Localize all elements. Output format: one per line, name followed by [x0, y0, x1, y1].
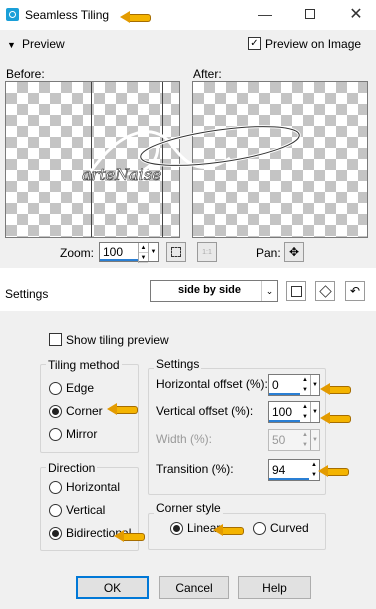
width-label: Width (%): — [156, 432, 213, 446]
zoom-value[interactable]: 100 — [100, 243, 138, 261]
window-title: Seamless Tiling — [25, 8, 110, 22]
preview-on-image-label: Preview on Image — [265, 37, 362, 51]
chevron-down-icon[interactable]: ⌄ — [261, 281, 277, 301]
zoom-label: Zoom: — [60, 246, 95, 260]
preview-header: Preview — [22, 37, 65, 51]
save-preset-icon[interactable] — [286, 281, 306, 301]
vertical-offset-field[interactable]: 100 ▲ ▼ ▼ — [268, 401, 320, 423]
separator — [0, 268, 376, 279]
radio-linear[interactable] — [170, 522, 183, 535]
zoom-actual-size-icon: 1:1 — [197, 242, 217, 262]
chevron-down-icon[interactable]: ▼ — [7, 40, 16, 50]
chevron-down-icon[interactable]: ▼ — [310, 375, 319, 395]
radio-vertical-label: Vertical — [66, 503, 106, 517]
horizontal-offset-label: Horizontal offset (%): — [156, 377, 268, 391]
vertical-offset-label: Vertical offset (%): — [156, 404, 254, 418]
randomize-icon[interactable] — [315, 281, 335, 301]
settings-panel: Show tiling preview Tiling method Edge C… — [0, 311, 376, 609]
width-value: 50 — [272, 433, 286, 447]
horizontal-offset-value[interactable]: 0 — [269, 375, 300, 395]
width-spinner: ▲ ▼ — [302, 432, 308, 448]
settings-bar: Settings side by side ⌄ ↶ — [0, 279, 376, 311]
annotation-arrow-icon — [320, 412, 351, 424]
vertical-offset-value[interactable]: 100 — [269, 402, 300, 422]
reset-icon[interactable]: ↶ — [345, 281, 365, 301]
radio-edge-label: Edge — [66, 381, 95, 395]
width-field: 50 ▲ ▼ ▼ — [268, 429, 320, 451]
show-tiling-preview-label: Show tiling preview — [66, 333, 169, 347]
preview-on-image-checkbox[interactable]: ✓ — [248, 37, 261, 50]
zoom-fit-icon[interactable] — [166, 242, 186, 262]
annotation-arrow-icon — [320, 383, 351, 395]
radio-corner-label: Corner — [66, 404, 103, 418]
direction-title: Direction — [46, 461, 98, 475]
radio-curved-label: Curved — [270, 521, 309, 535]
pan-label: Pan: — [256, 246, 281, 260]
annotation-arrow-icon — [318, 465, 349, 477]
zoom-field[interactable]: 100 ▲ ▼ ▼ — [99, 242, 159, 263]
zoom-dropdown-icon[interactable]: ▼ — [148, 243, 158, 261]
radio-vertical[interactable] — [49, 504, 62, 517]
cancel-button[interactable]: Cancel — [159, 576, 229, 599]
maximize-icon[interactable] — [302, 6, 318, 22]
annotation-arrow-icon — [120, 11, 151, 23]
annotation-arrow-icon — [114, 530, 145, 542]
corner-style-title: Corner style — [154, 501, 223, 515]
app-icon — [6, 8, 19, 21]
transition-field[interactable]: 94 ▲ ▼ — [268, 459, 320, 481]
transition-label: Transition (%): — [156, 462, 234, 476]
watermark-signature: arteNaise — [82, 125, 301, 184]
preview-panel: ▼ Preview ✓ Preview on Image Before: Aft… — [0, 30, 376, 268]
annotation-arrow-icon — [107, 403, 138, 415]
show-tiling-preview-checkbox[interactable] — [49, 333, 62, 346]
settings-group-title: Settings — [154, 357, 202, 371]
radio-mirror[interactable] — [49, 428, 62, 441]
help-button[interactable]: Help — [238, 576, 311, 599]
horizontal-offset-field[interactable]: 0 ▲ ▼ ▼ — [268, 374, 320, 396]
annotation-arrow-icon — [213, 524, 244, 536]
radio-horizontal[interactable] — [49, 481, 62, 494]
ok-button[interactable]: OK — [76, 576, 149, 599]
settings-label: Settings — [5, 287, 49, 301]
transition-value[interactable]: 94 — [269, 460, 309, 480]
tiling-method-title: Tiling method — [46, 358, 122, 372]
radio-corner[interactable] — [49, 405, 62, 418]
before-label: Before: — [6, 67, 45, 81]
preset-value[interactable]: side by side — [151, 281, 261, 301]
horizontal-offset-spinner[interactable]: ▲ ▼ — [300, 375, 310, 395]
after-label: After: — [193, 67, 222, 81]
radio-mirror-label: Mirror — [66, 427, 98, 441]
pan-move-icon[interactable]: ✥ — [284, 242, 304, 262]
preset-select[interactable]: side by side ⌄ — [150, 280, 278, 302]
radio-curved[interactable] — [253, 522, 266, 535]
chevron-down-icon[interactable]: ▼ — [310, 402, 319, 422]
zoom-spinner[interactable]: ▲ ▼ — [138, 243, 148, 263]
chevron-down-icon: ▼ — [310, 430, 319, 450]
minimize-icon[interactable]: — — [257, 6, 273, 22]
close-icon[interactable]: ✕ — [348, 6, 364, 23]
radio-bidirectional[interactable] — [49, 527, 62, 540]
radio-edge[interactable] — [49, 382, 62, 395]
radio-horizontal-label: Horizontal — [66, 480, 121, 494]
vertical-offset-spinner[interactable]: ▲ ▼ — [300, 402, 310, 422]
title-bar: Seamless Tiling — ✕ — [0, 0, 376, 30]
watermark-text: arteNaise — [82, 165, 161, 184]
